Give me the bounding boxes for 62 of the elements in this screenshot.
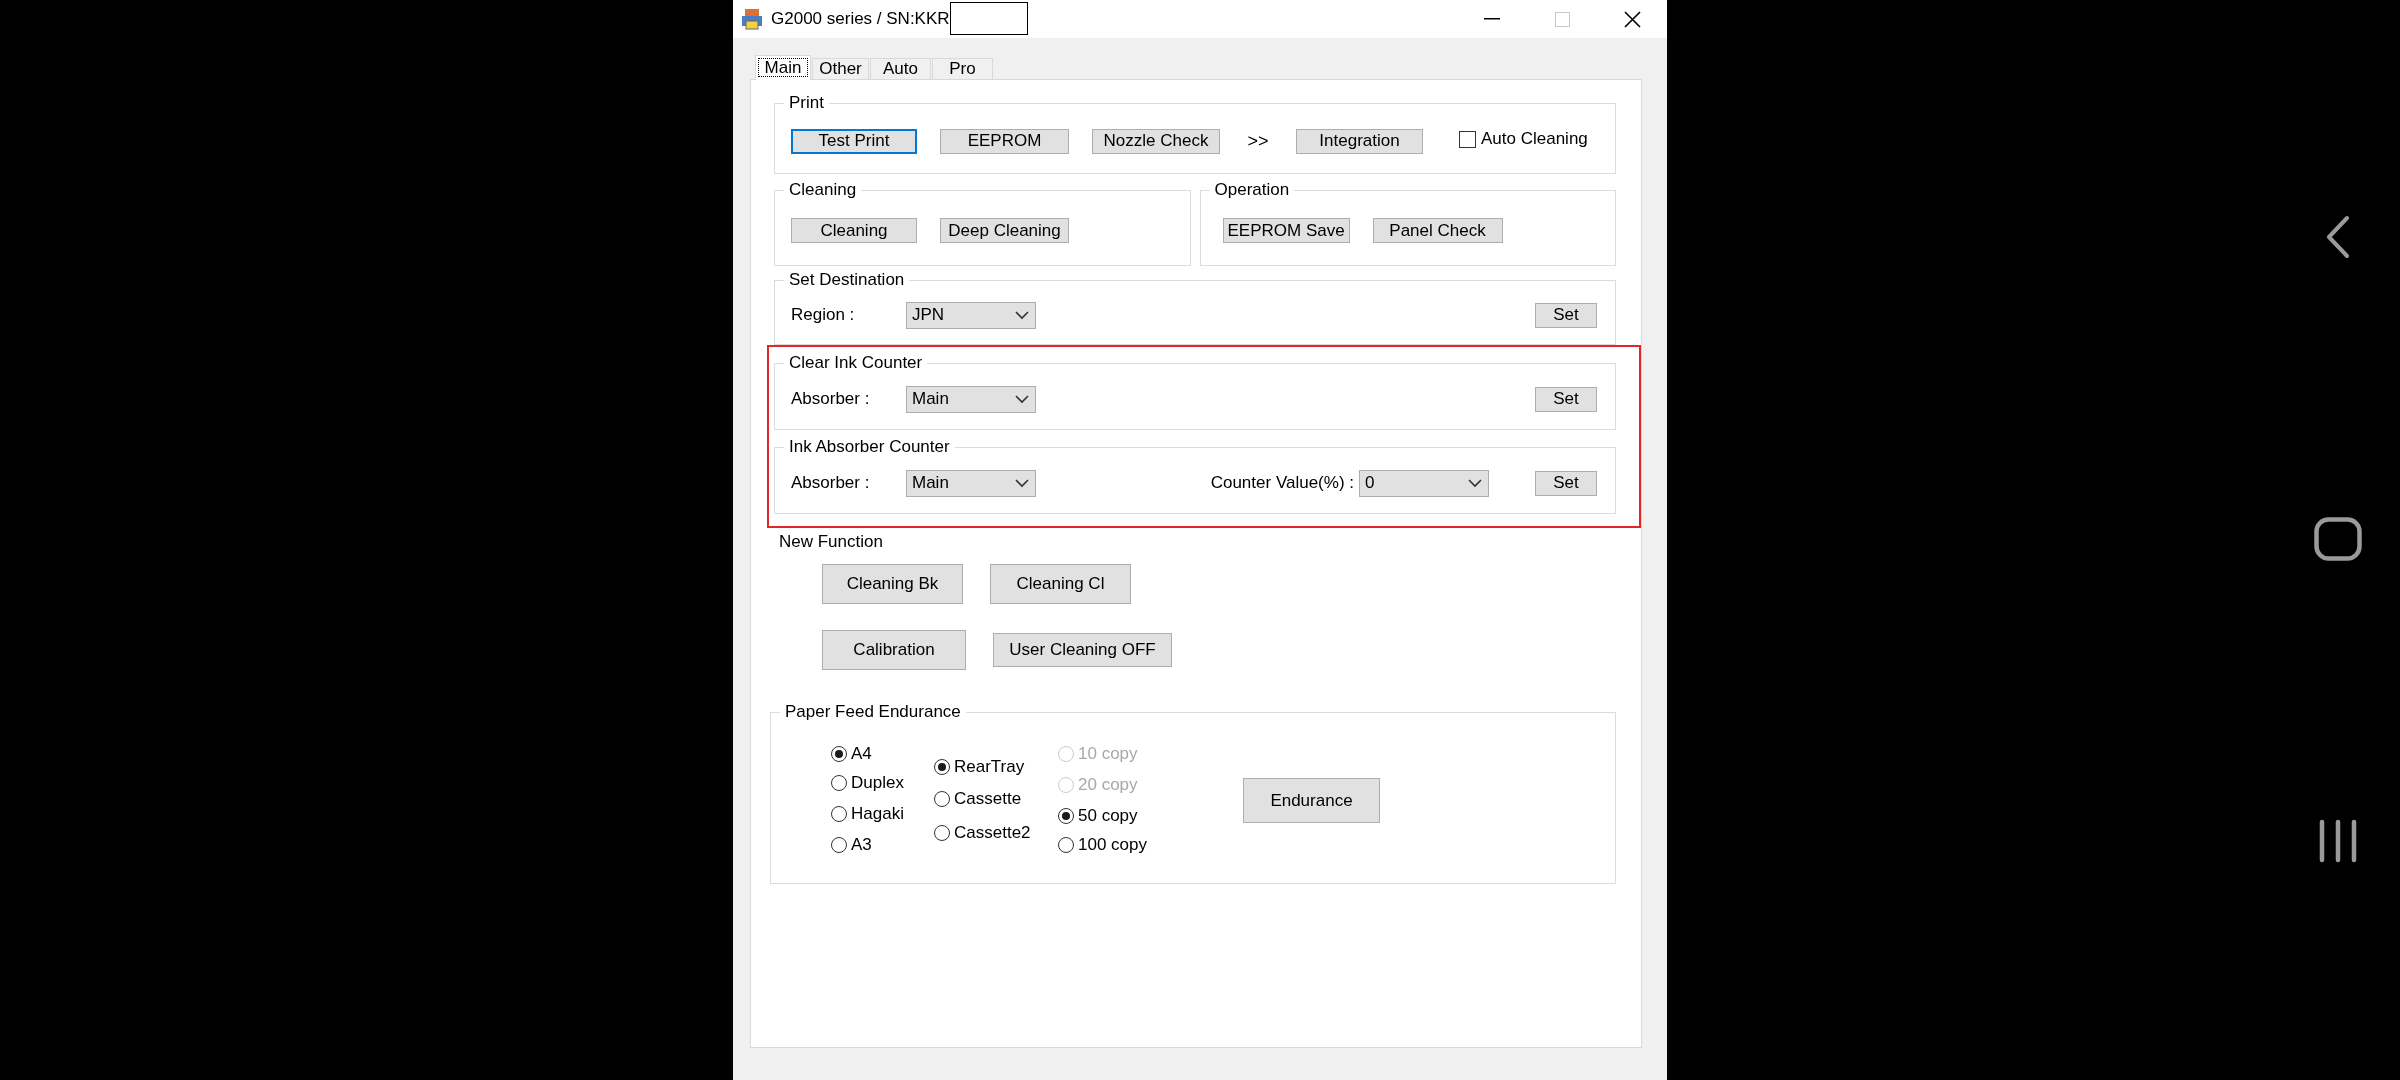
action-button[interactable]: Nozzle Check bbox=[1092, 128, 1220, 154]
dropdown[interactable]: JPN bbox=[906, 301, 1036, 329]
checkbox[interactable]: Auto Cleaning bbox=[1459, 129, 1588, 150]
action-button[interactable]: Test Print bbox=[791, 128, 917, 154]
radio-button[interactable]: Hagaki bbox=[831, 803, 904, 825]
back-icon bbox=[2325, 215, 2351, 259]
radio-button[interactable]: Duplex bbox=[831, 772, 904, 794]
tab[interactable]: Auto bbox=[870, 58, 931, 79]
radio-button[interactable]: RearTray bbox=[934, 755, 1025, 778]
home-button[interactable] bbox=[2314, 517, 2362, 561]
recent-apps-icon bbox=[2318, 819, 2358, 863]
group-title: Set Destination bbox=[788, 270, 906, 290]
radio-button[interactable]: Cassette2 bbox=[934, 821, 1031, 844]
action-button[interactable]: Cleaning Cl bbox=[990, 564, 1131, 604]
field-label: Counter Value(%) : bbox=[1210, 473, 1354, 493]
field-label: Absorber : bbox=[791, 473, 871, 493]
action-button[interactable]: Endurance bbox=[1243, 778, 1380, 823]
action-button[interactable]: Calibration bbox=[822, 630, 966, 670]
set-button[interactable]: Set bbox=[1535, 386, 1597, 412]
action-button[interactable]: User Cleaning OFF bbox=[993, 633, 1172, 667]
group-title: Paper Feed Endurance bbox=[784, 702, 962, 722]
group-title: Ink Absorber Counter bbox=[788, 437, 951, 457]
section-title: New Function bbox=[779, 532, 884, 552]
printer-icon bbox=[741, 8, 763, 30]
set-button[interactable]: Set bbox=[1535, 302, 1597, 328]
chevron-down-icon bbox=[1015, 310, 1029, 320]
action-button[interactable]: Cleaning bbox=[791, 218, 917, 243]
tab[interactable]: Main bbox=[755, 55, 811, 80]
action-button[interactable]: EEPROM Save bbox=[1222, 218, 1350, 243]
action-button[interactable]: Panel Check bbox=[1372, 218, 1503, 243]
field-label: Region : bbox=[791, 305, 856, 325]
minimize-icon bbox=[1484, 18, 1500, 20]
radio-button[interactable]: A4 bbox=[831, 743, 872, 765]
tab[interactable]: Pro bbox=[932, 58, 993, 79]
recent-apps-button[interactable] bbox=[2318, 819, 2358, 863]
chevron-down-icon bbox=[1015, 478, 1029, 488]
set-button[interactable]: Set bbox=[1535, 470, 1597, 496]
dropdown[interactable]: Main bbox=[906, 469, 1036, 497]
group-title: Cleaning bbox=[788, 180, 858, 200]
tab[interactable]: Other bbox=[812, 58, 869, 79]
action-button[interactable]: Deep Cleaning bbox=[940, 218, 1069, 243]
group-title: Operation bbox=[1213, 180, 1291, 200]
action-button[interactable]: Integration bbox=[1296, 128, 1423, 154]
radio-button[interactable]: 50 copy bbox=[1058, 805, 1138, 827]
dropdown[interactable]: 0 bbox=[1359, 469, 1489, 497]
group-title: Clear Ink Counter bbox=[788, 353, 924, 373]
chevron-down-icon bbox=[1015, 394, 1029, 404]
maximize-icon bbox=[1554, 11, 1570, 27]
chevron-down-icon bbox=[1468, 478, 1482, 488]
field-label: Absorber : bbox=[791, 389, 871, 409]
action-button[interactable]: Cleaning Bk bbox=[822, 564, 963, 604]
group-title: Print bbox=[788, 93, 825, 113]
radio-button[interactable]: A3 bbox=[831, 834, 872, 856]
home-icon bbox=[2314, 517, 2362, 561]
radio-button[interactable]: 100 copy bbox=[1058, 834, 1147, 856]
radio-button[interactable]: Cassette bbox=[934, 787, 1022, 810]
close-icon bbox=[1623, 10, 1641, 28]
back-button[interactable] bbox=[2325, 215, 2351, 259]
dropdown[interactable]: Main bbox=[906, 385, 1036, 413]
double-chevron-text: >> bbox=[1246, 130, 1270, 152]
window-title: G2000 series / SN:KKR bbox=[771, 9, 950, 29]
action-button[interactable]: EEPROM bbox=[940, 128, 1069, 154]
